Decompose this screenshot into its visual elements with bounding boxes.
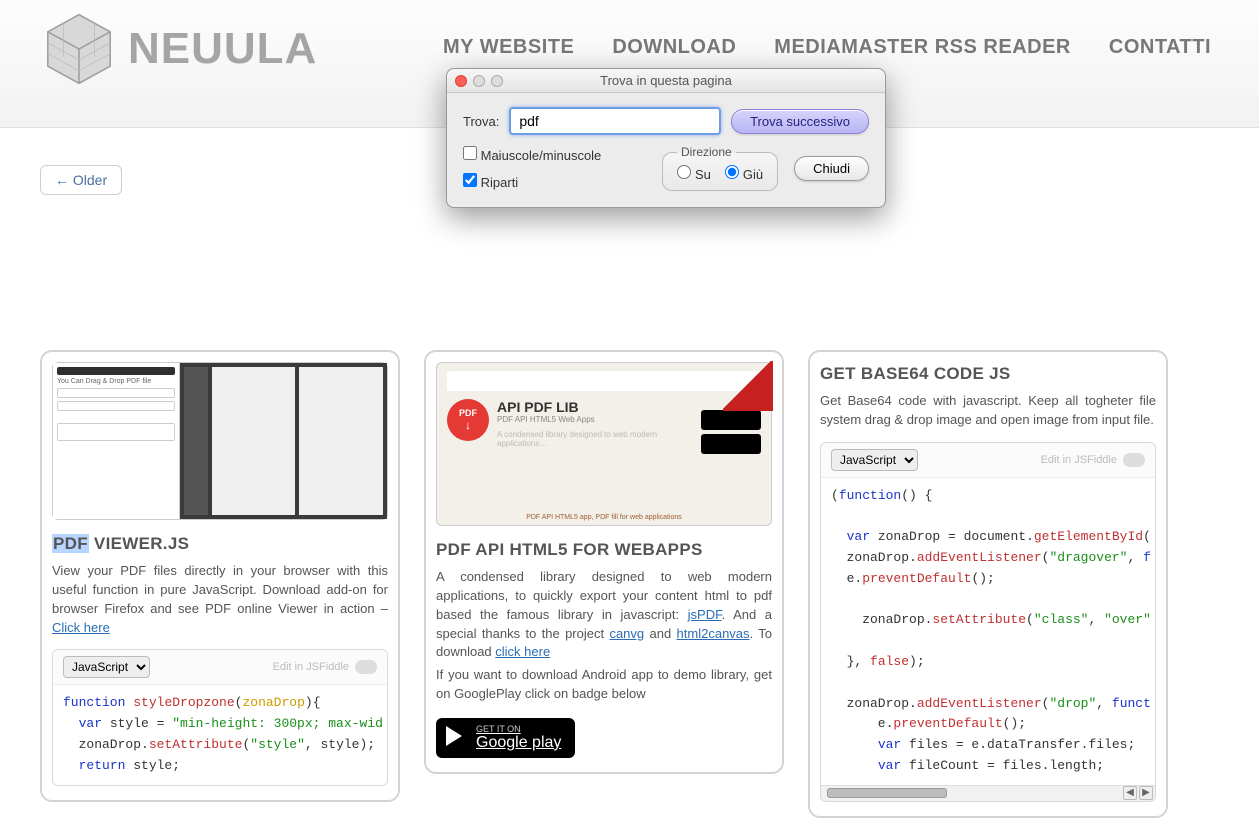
- brand-name: NEUULA: [128, 24, 317, 74]
- card1-desc: View your PDF files directly in your bro…: [52, 562, 388, 637]
- nav-download[interactable]: DOWNLOAD: [612, 36, 736, 59]
- cloud-icon: [355, 660, 377, 674]
- google-play-badge[interactable]: GET IT ON Google play: [436, 718, 575, 758]
- scroll-right-arrow[interactable]: ▶: [1139, 786, 1153, 800]
- cloud-icon: [1123, 453, 1145, 467]
- card3-title: GET BASE64 CODE JS: [820, 364, 1156, 384]
- dialog-title: Trova in questa pagina: [447, 73, 885, 88]
- direction-fieldset: Direzione Su Giù: [662, 145, 778, 191]
- card1-code: function styleDropzone(zonaDrop){ var st…: [53, 685, 387, 784]
- card3-code: (function() { var zonaDrop = document.ge…: [821, 478, 1155, 785]
- card1-title: PDF VIEWER.JS: [52, 534, 388, 554]
- wrap-checkbox-row[interactable]: Riparti: [463, 173, 646, 190]
- card-base64: GET BASE64 CODE JS Get Base64 code with …: [808, 350, 1168, 818]
- direction-legend: Direzione: [677, 145, 736, 159]
- card-pdf-api: PDF↓ API PDF LIBPDF API HTML5 Web AppsA …: [424, 350, 784, 774]
- traffic-minimize-icon[interactable]: [473, 75, 485, 87]
- traffic-zoom-icon[interactable]: [491, 75, 503, 87]
- find-next-button[interactable]: Trova successivo: [731, 109, 869, 134]
- link-html2canvas[interactable]: html2canvas: [677, 626, 750, 641]
- wrap-checkbox[interactable]: [463, 173, 477, 187]
- link-canvg[interactable]: canvg: [609, 626, 644, 641]
- case-checkbox[interactable]: [463, 146, 477, 160]
- card1-clickhere-link[interactable]: Click here: [52, 620, 110, 635]
- dir-up-radio[interactable]: [677, 165, 691, 179]
- logo[interactable]: NEUULA: [40, 10, 317, 88]
- dialog-titlebar[interactable]: Trova in questa pagina: [447, 69, 885, 93]
- case-checkbox-row[interactable]: Maiuscole/minuscole: [463, 146, 646, 163]
- scrollbar-thumb[interactable]: [827, 788, 947, 798]
- card2-desc2: If you want to download Android app to d…: [436, 666, 772, 704]
- card2-clickhere-link[interactable]: click here: [495, 644, 550, 659]
- card3-desc: Get Base64 code with javascript. Keep al…: [820, 392, 1156, 430]
- dir-up-radio-row[interactable]: Su: [677, 165, 711, 182]
- card2-desc: A condensed library designed to web mode…: [436, 568, 772, 662]
- card3-scrollbar[interactable]: ◀ ▶: [821, 785, 1155, 801]
- nav-mywebsite[interactable]: MY WEBSITE: [443, 36, 574, 59]
- dir-down-radio-row[interactable]: Giù: [725, 165, 763, 182]
- card3-codebox: JavaScript Edit in JSFiddle (function() …: [820, 442, 1156, 802]
- card2-title: PDF API HTML5 FOR WEBAPPS: [436, 540, 772, 560]
- traffic-close-icon[interactable]: [455, 75, 467, 87]
- scroll-left-arrow[interactable]: ◀: [1123, 786, 1137, 800]
- card-pdf-viewer: You Can Drag & Drop PDF file PDF VIEWER.…: [40, 350, 400, 802]
- card3-lang-select[interactable]: JavaScript: [831, 449, 918, 471]
- close-button[interactable]: Chiudi: [794, 156, 869, 181]
- card1-thumbnail[interactable]: You Can Drag & Drop PDF file: [52, 362, 388, 520]
- find-dialog: Trova in questa pagina Trova: Trova succ…: [446, 68, 886, 208]
- pdf-icon: PDF↓: [447, 399, 489, 441]
- play-triangle-icon: [446, 726, 462, 746]
- card3-edit-jsfiddle[interactable]: Edit in JSFiddle: [1041, 453, 1145, 467]
- card-grid: You Can Drag & Drop PDF file PDF VIEWER.…: [0, 128, 1259, 838]
- card2-thumbnail[interactable]: PDF↓ API PDF LIBPDF API HTML5 Web AppsA …: [436, 362, 772, 526]
- find-label: Trova:: [463, 114, 499, 129]
- link-jspdf[interactable]: jsPDF: [688, 607, 722, 622]
- nav-contatti[interactable]: CONTATTI: [1109, 36, 1211, 59]
- find-input[interactable]: [509, 107, 721, 135]
- cube-icon: [40, 10, 118, 88]
- nav-rss[interactable]: MEDIAMASTER RSS READER: [774, 36, 1071, 59]
- card1-lang-select[interactable]: JavaScript: [63, 656, 150, 678]
- card1-codebox: JavaScript Edit in JSFiddle function sty…: [52, 649, 388, 785]
- dir-down-radio[interactable]: [725, 165, 739, 179]
- older-button[interactable]: ← Older: [40, 165, 122, 195]
- main-nav: MY WEBSITE DOWNLOAD MEDIAMASTER RSS READ…: [443, 36, 1211, 59]
- card1-edit-jsfiddle[interactable]: Edit in JSFiddle: [273, 660, 377, 674]
